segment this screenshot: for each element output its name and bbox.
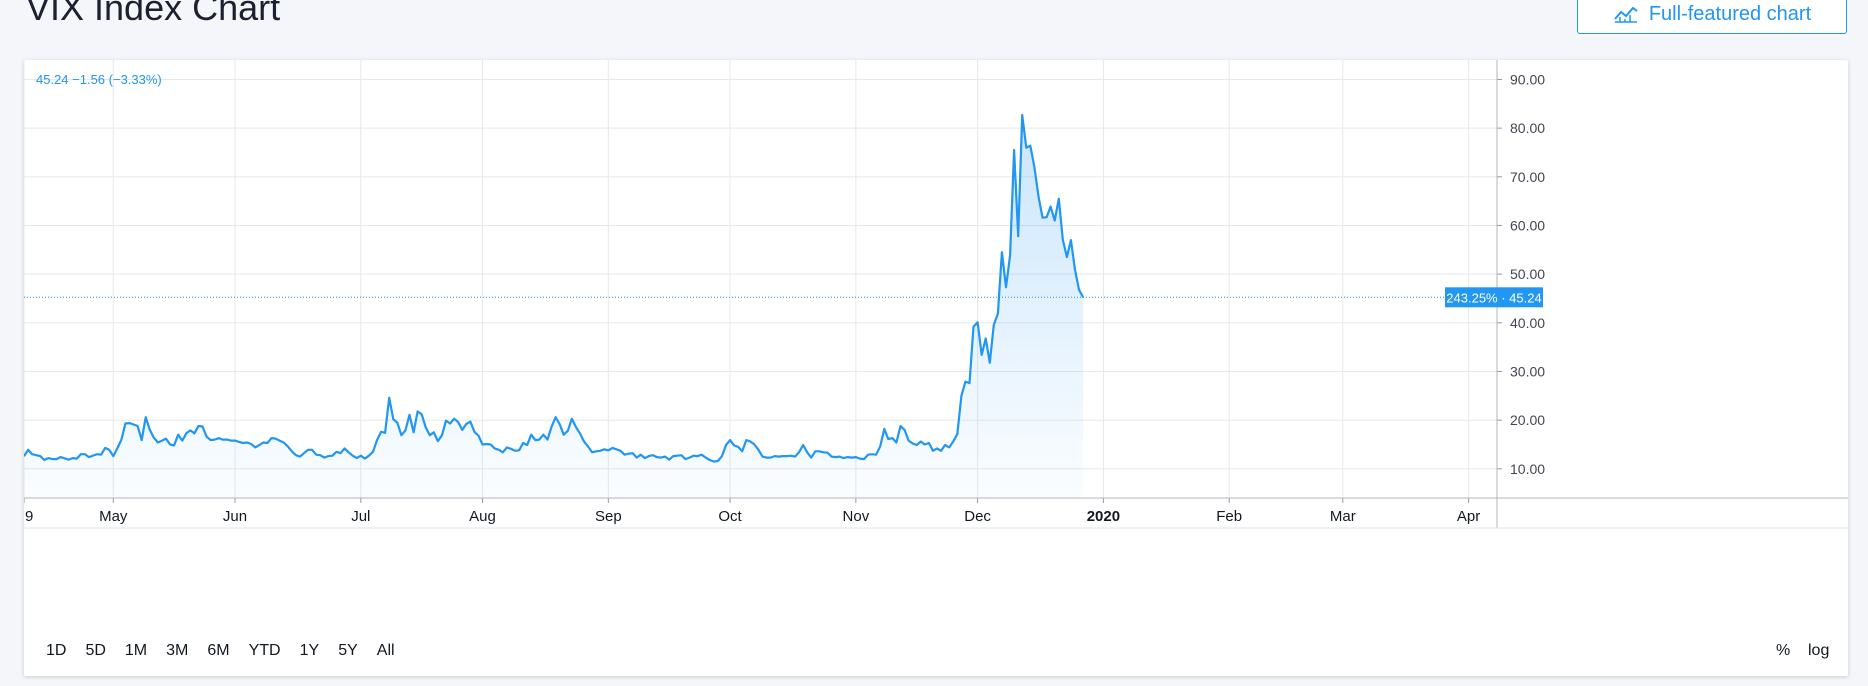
series-line	[24, 113, 1085, 463]
x-tick-label: Apr	[1457, 508, 1480, 525]
y-tick-label: 50.00	[1510, 266, 1545, 282]
range-1m-button[interactable]: 1M	[125, 642, 156, 660]
range-5d-button[interactable]: 5D	[85, 642, 114, 660]
page-title: VIX Index Chart	[26, 0, 281, 28]
chart-line-icon	[1614, 6, 1638, 23]
y-tick-label: 70.00	[1510, 169, 1545, 185]
y-tick-label: 80.00	[1510, 120, 1545, 136]
y-tick-label: 20.00	[1510, 412, 1545, 428]
x-tick-label: Aug	[469, 508, 496, 525]
y-tick-label: 60.00	[1510, 217, 1545, 233]
percent-scale-button[interactable]: %	[1776, 642, 1790, 660]
chart-card: 90.00 80.00 70.00 60.00 50.00 40.00 30.00 20.00…	[24, 60, 1848, 676]
x-tick-label: May	[99, 508, 128, 525]
x-tick-label: Jun	[223, 508, 247, 525]
full-featured-chart-label: Full-featured chart	[1648, 2, 1812, 25]
range-3m-button[interactable]: 3M	[166, 642, 197, 660]
x-tick-label: Feb	[1216, 508, 1242, 525]
x-tick-label: 9	[25, 508, 33, 525]
x-tick-label: Jul	[351, 508, 370, 525]
y-tick-label: 90.00	[1510, 71, 1545, 87]
y-tick-label: 30.00	[1510, 363, 1545, 379]
range-selector: 1D 5D 1M 3M 6M YTD 1Y 5Y All	[46, 642, 414, 660]
y-tick-label: 10.00	[1510, 461, 1545, 477]
x-tick-label: Sep	[595, 508, 622, 525]
area-series	[24, 113, 1085, 498]
range-all-button[interactable]: All	[377, 642, 404, 660]
range-1d-button[interactable]: 1D	[46, 642, 75, 660]
x-tick-label: Dec	[964, 508, 991, 525]
vix-chart[interactable]: 90.00 80.00 70.00 60.00 50.00 40.00 30.00 20.00…	[24, 60, 1848, 676]
x-tick-label: Oct	[718, 508, 742, 525]
range-6m-button[interactable]: 6M	[207, 642, 238, 660]
log-scale-button[interactable]: log	[1808, 642, 1829, 660]
x-tick-label: 2020	[1087, 508, 1120, 525]
y-tick-label: 40.00	[1510, 315, 1545, 331]
full-featured-chart-button[interactable]: Full-featured chart	[1577, 0, 1847, 34]
range-ytd-button[interactable]: YTD	[249, 642, 290, 660]
chart-grid	[24, 60, 1497, 498]
range-1y-button[interactable]: 1Y	[300, 642, 329, 660]
x-tick-label: Mar	[1330, 508, 1356, 525]
x-tick-label: Nov	[843, 508, 870, 525]
range-5y-button[interactable]: 5Y	[338, 642, 367, 660]
last-price-label: 243.25% · 45.24	[1446, 290, 1541, 305]
price-legend: 45.24 −1.56 (−3.33%)	[36, 72, 162, 87]
